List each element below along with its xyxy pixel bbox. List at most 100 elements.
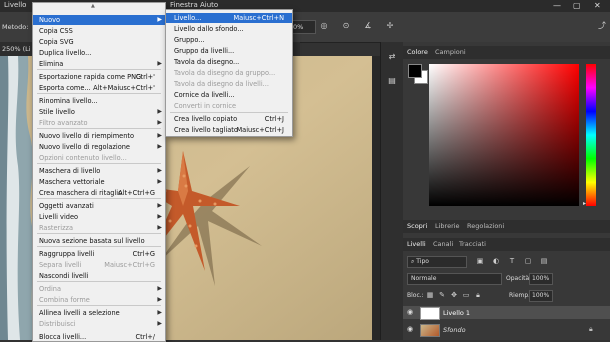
menu-item[interactable]: Filtro avanzato ▶ <box>33 118 165 128</box>
menu-item[interactable]: Blocca livelli... Ctrl+/ <box>33 332 165 342</box>
menu-item[interactable]: Maschera vettoriale ▶ <box>33 177 165 187</box>
menu-item[interactable]: Crea maschera di ritaglio Alt+Ctrl+G <box>33 188 165 198</box>
tab-librerie[interactable]: Librerie <box>435 222 460 230</box>
menu-item[interactable]: Opzioni contenuto livello... <box>33 153 165 163</box>
lock-transparency-icon[interactable]: ▦ <box>425 290 435 300</box>
menu-item[interactable]: Nascondi livelli <box>33 271 165 281</box>
submenu-arrow-icon: ▶ <box>157 132 162 139</box>
submenu-item[interactable]: Livello dallo sfondo... <box>166 24 292 34</box>
foreground-color-swatch[interactable] <box>408 64 422 78</box>
menu-item[interactable]: Combina forme ▶ <box>33 295 165 305</box>
menu-item[interactable]: Allinea livelli a selezione ▶ <box>33 308 165 318</box>
layer-row-sfondo[interactable]: ◉ Sfondo 🔒︎ <box>403 323 610 337</box>
layer-fill-field[interactable]: 100% <box>529 290 553 302</box>
layer-row-livello-1[interactable]: ◉ Livello 1 <box>403 306 610 320</box>
submenu-arrow-icon: ▶ <box>157 119 162 126</box>
hue-slider[interactable] <box>586 64 596 206</box>
submenu-item[interactable]: Gruppo... <box>166 35 292 45</box>
scroll-up-icon[interactable]: ▲ <box>91 3 95 9</box>
filter-type-icon[interactable]: T <box>507 256 517 266</box>
angle-icon[interactable]: ∡ <box>362 21 374 31</box>
visibility-eye-icon[interactable]: ◉ <box>407 308 413 316</box>
blend-mode-select[interactable]: Normale <box>407 273 502 285</box>
color-field[interactable] <box>429 64 579 206</box>
tab-canali[interactable]: Canali <box>433 240 453 248</box>
menu-item[interactable]: Elimina ▶ <box>33 59 165 69</box>
lock-artboard-icon[interactable]: ▭ <box>461 290 471 300</box>
submenu-item[interactable]: Cornice da livelli... <box>166 90 292 100</box>
submenu-item[interactable]: Crea livello tagliato Maiusc+Ctrl+J <box>166 125 292 135</box>
menu-item-label: Esporta come... <box>39 84 91 92</box>
submenu-item[interactable]: Crea livello copiato Ctrl+J <box>166 114 292 124</box>
submenu-item[interactable]: Tavola da disegno da livelli... <box>166 79 292 89</box>
lock-pixels-icon[interactable]: ✎ <box>437 290 447 300</box>
menu-item[interactable]: Rinomina livello... <box>33 96 165 106</box>
submenu-item[interactable]: Tavola da disegno da gruppo... <box>166 68 292 78</box>
submenu-item[interactable]: Livello... Maiusc+Ctrl+N <box>166 13 292 23</box>
filter-pixel-icon[interactable]: ▣ <box>475 256 485 266</box>
menu-item[interactable]: Separa livelli Maiusc+Ctrl+G <box>33 260 165 270</box>
submenu-item[interactable]: Converti in cornice <box>166 101 292 111</box>
menu-item[interactable]: Copia SVG <box>33 37 165 47</box>
menu-item-label: Nuovo <box>39 16 61 24</box>
flow-icon[interactable]: ⊙ <box>340 21 352 31</box>
tab-campioni[interactable]: Campioni <box>435 48 466 56</box>
menu-item[interactable]: Rasterizza ▶ <box>33 223 165 233</box>
submenu-arrow-icon: ▶ <box>157 108 162 115</box>
menu-item[interactable]: Livelli video ▶ <box>33 212 165 222</box>
menu-item[interactable]: Stile livello ▶ <box>33 107 165 117</box>
layers-panel-tabs: Livelli Canali Tracciati <box>403 238 610 251</box>
menu-item[interactable]: Raggruppa livelli Ctrl+G <box>33 249 165 259</box>
menu-item-label: Raggruppa livelli <box>39 250 95 258</box>
menu-separator <box>37 198 161 199</box>
menu-item[interactable]: Esportazione rapida come PNG Ctrl+' <box>33 72 165 82</box>
tab-tracciati[interactable]: Tracciati <box>459 240 486 248</box>
share-icon[interactable]: ⤴ <box>596 21 608 31</box>
menu-item[interactable]: Ordina ▶ <box>33 284 165 294</box>
filter-shape-icon[interactable]: ▢ <box>523 256 533 266</box>
tab-colore[interactable]: Colore <box>407 48 428 56</box>
tab-livelli[interactable]: Livelli <box>407 240 426 248</box>
layer-name[interactable]: Sfondo <box>443 326 466 334</box>
submenu-item[interactable]: Tavola da disegno... <box>166 57 292 67</box>
submenu-item-label: Tavola da disegno da gruppo... <box>174 69 276 77</box>
menu-item-label: Stile livello <box>39 108 75 116</box>
visibility-eye-icon[interactable]: ◉ <box>407 325 413 333</box>
symmetry-icon[interactable]: ✢ <box>384 21 396 31</box>
menu-finestra[interactable]: Finestra <box>170 1 198 9</box>
minimize-icon[interactable]: — <box>553 1 561 10</box>
tab-scopri[interactable]: Scopri <box>407 222 427 230</box>
menu-item-label: Rinomina livello... <box>39 97 98 105</box>
menu-item[interactable]: Duplica livello... <box>33 48 165 58</box>
lock-position-icon[interactable]: ✥ <box>449 290 459 300</box>
filter-smart-icon[interactable]: ▤ <box>539 256 549 266</box>
menu-item[interactable]: Oggetti avanzati ▶ <box>33 201 165 211</box>
layer-filter-select[interactable]: ⌕ Tipo <box>407 256 467 268</box>
menu-separator <box>37 69 161 70</box>
menu-item[interactable]: Distribuisci ▶ <box>33 319 165 329</box>
lock-all-icon[interactable]: 🔒︎ <box>473 290 483 300</box>
close-icon[interactable]: ✕ <box>594 1 601 10</box>
menu-livello[interactable]: Livello <box>4 1 26 9</box>
maximize-icon[interactable]: ▢ <box>573 1 581 10</box>
tab-regolazioni[interactable]: Regolazioni <box>467 222 504 230</box>
submenu-item-label: Crea livello copiato <box>174 115 238 123</box>
menu-item[interactable]: Copia CSS <box>33 26 165 36</box>
layer-name[interactable]: Livello 1 <box>443 309 470 317</box>
history-icon[interactable]: ⇄ <box>386 52 398 62</box>
pressure-icon[interactable]: ◎ <box>318 21 330 31</box>
hue-slider-handle[interactable]: ▸ <box>583 200 586 207</box>
opacity-field[interactable]: 0% <box>290 20 316 34</box>
menu-item[interactable]: Maschera di livello ▶ <box>33 166 165 176</box>
library-panel-tabs: Scopri Librerie Regolazioni <box>403 220 610 233</box>
menu-item[interactable]: Esporta come... Alt+Maiusc+Ctrl+' <box>33 83 165 93</box>
menu-item[interactable]: Nuova sezione basata sul livello <box>33 236 165 246</box>
menu-aiuto[interactable]: Aiuto <box>200 1 218 9</box>
submenu-item[interactable]: Gruppo da livelli... <box>166 46 292 56</box>
properties-icon[interactable]: ▤ <box>386 76 398 86</box>
menu-item[interactable]: Nuovo livello di riempimento ▶ <box>33 131 165 141</box>
menu-item[interactable]: Nuovo livello di regolazione ▶ <box>33 142 165 152</box>
filter-adjustment-icon[interactable]: ◐ <box>491 256 501 266</box>
menu-item[interactable]: Nuovo ▶ <box>33 15 165 25</box>
layer-opacity-field[interactable]: 100% <box>529 273 553 285</box>
